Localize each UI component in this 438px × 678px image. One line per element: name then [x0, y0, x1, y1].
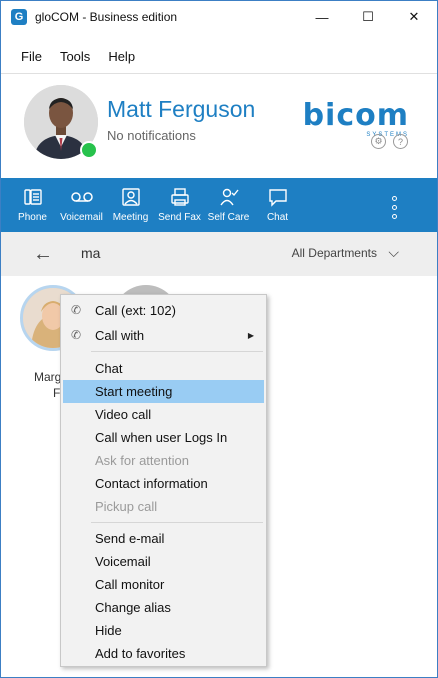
- menu-tools[interactable]: Tools: [60, 49, 90, 64]
- menu-item-call-monitor[interactable]: Call monitor: [63, 573, 264, 596]
- phone-handset-icon: ✆: [71, 303, 82, 317]
- menu-item-ask-for-attention: Ask for attention: [63, 449, 264, 472]
- menu-item-label: Video call: [95, 407, 152, 422]
- menu-item-contact-information[interactable]: Contact information: [63, 472, 264, 495]
- search-input[interactable]: [81, 245, 231, 261]
- phone-button-label: Phone: [18, 212, 47, 223]
- menu-item-label: Call (ext: 102): [95, 303, 176, 318]
- menu-item-label: Chat: [95, 361, 123, 376]
- notification-status[interactable]: No notifications: [107, 128, 196, 143]
- menu-item-call-with[interactable]: ✆ Call with ▶: [63, 324, 264, 347]
- menu-item-send-email[interactable]: Send e-mail: [63, 527, 264, 550]
- menu-item-label: Send e-mail: [95, 531, 165, 546]
- menu-separator: [91, 522, 263, 523]
- menu-item-voicemail[interactable]: Voicemail: [63, 550, 264, 573]
- menu-item-label: Voicemail: [95, 554, 151, 569]
- menu-item-label: Contact information: [95, 476, 208, 491]
- search-bar: ← All Departments ⌵: [1, 232, 437, 276]
- contact-name: Marg: [34, 370, 62, 384]
- settings-gear-icon[interactable]: ⚙: [371, 134, 386, 149]
- self-care-button[interactable]: Self Care: [206, 178, 251, 232]
- title-bar: G gloCOM - Business edition — ☐ ✕: [1, 1, 437, 33]
- menu-item-call[interactable]: ✆ Call (ext: 102): [63, 299, 264, 322]
- self-care-button-label: Self Care: [207, 212, 250, 223]
- menu-item-hide[interactable]: Hide: [63, 619, 264, 642]
- menu-bar: File Tools Help: [1, 43, 153, 69]
- menu-item-label: Pickup call: [95, 499, 158, 514]
- glocom-app-icon: G: [11, 9, 27, 25]
- presence-indicator: [80, 141, 98, 159]
- profile-header: Matt Ferguson No notifications bicom SYS…: [1, 73, 437, 177]
- menu-item-label: Call with: [95, 328, 145, 343]
- menu-item-label: Call when user Logs In: [95, 430, 228, 445]
- menu-file[interactable]: File: [21, 49, 42, 64]
- chevron-down-icon[interactable]: ⌵: [388, 244, 399, 261]
- minimize-button[interactable]: —: [299, 1, 345, 33]
- meeting-button[interactable]: Meeting: [108, 178, 153, 232]
- window-title: gloCOM - Business edition: [35, 10, 178, 24]
- menu-separator: [91, 351, 263, 352]
- user-name: Matt Ferguson: [107, 96, 256, 122]
- voicemail-button[interactable]: Voicemail: [59, 178, 104, 232]
- menu-item-add-to-favorites[interactable]: Add to favorites: [63, 642, 264, 665]
- menu-item-video-call[interactable]: Video call: [63, 403, 264, 426]
- menu-item-label: Start meeting: [95, 384, 173, 399]
- chat-button[interactable]: Chat: [255, 178, 300, 232]
- menu-item-change-alias[interactable]: Change alias: [63, 596, 264, 619]
- send-fax-button-label: Send Fax: [158, 212, 201, 223]
- app-window: G gloCOM - Business edition — ☐ ✕ File T…: [0, 0, 438, 678]
- menu-item-label: Ask for attention: [95, 453, 189, 468]
- meeting-button-label: Meeting: [112, 212, 149, 223]
- menu-help[interactable]: Help: [108, 49, 135, 64]
- department-filter[interactable]: All Departments: [292, 246, 377, 260]
- chat-button-label: Chat: [266, 212, 289, 223]
- more-options-kebab-icon[interactable]: [392, 194, 397, 221]
- menu-item-label: Hide: [95, 623, 122, 638]
- bicom-logo: bicom: [302, 98, 409, 133]
- menu-item-label: Call monitor: [95, 577, 165, 592]
- phone-button[interactable]: Phone: [10, 178, 55, 232]
- window-controls: — ☐ ✕: [299, 1, 437, 33]
- fax-icon: [170, 186, 190, 208]
- phone-handset-icon: ✆: [71, 328, 82, 342]
- self-care-icon: [219, 186, 239, 208]
- close-button[interactable]: ✕: [391, 1, 437, 33]
- send-fax-button[interactable]: Send Fax: [157, 178, 202, 232]
- submenu-arrow-icon: ▶: [247, 331, 254, 340]
- menu-item-start-meeting[interactable]: Start meeting: [63, 380, 264, 403]
- menu-item-pickup-call: Pickup call: [63, 495, 264, 518]
- voicemail-icon: [70, 186, 93, 208]
- voicemail-button-label: Voicemail: [60, 212, 103, 223]
- menu-item-call-when-logs-in[interactable]: Call when user Logs In: [63, 426, 264, 449]
- meeting-icon: [121, 186, 141, 208]
- menu-item-chat[interactable]: Chat: [63, 357, 264, 380]
- contact-context-menu: ✆ Call (ext: 102) ✆ Call with ▶ Chat Sta…: [60, 294, 267, 667]
- menu-item-label: Change alias: [95, 600, 171, 615]
- main-toolbar: Phone Voicemail Meeting Send Fax Self Ca…: [1, 178, 437, 232]
- phone-icon: [23, 186, 43, 208]
- chat-icon: [268, 186, 288, 208]
- back-arrow-icon[interactable]: ←: [33, 243, 53, 266]
- help-icon[interactable]: ?: [393, 134, 408, 149]
- menu-item-label: Add to favorites: [95, 646, 186, 661]
- maximize-button[interactable]: ☐: [345, 1, 391, 33]
